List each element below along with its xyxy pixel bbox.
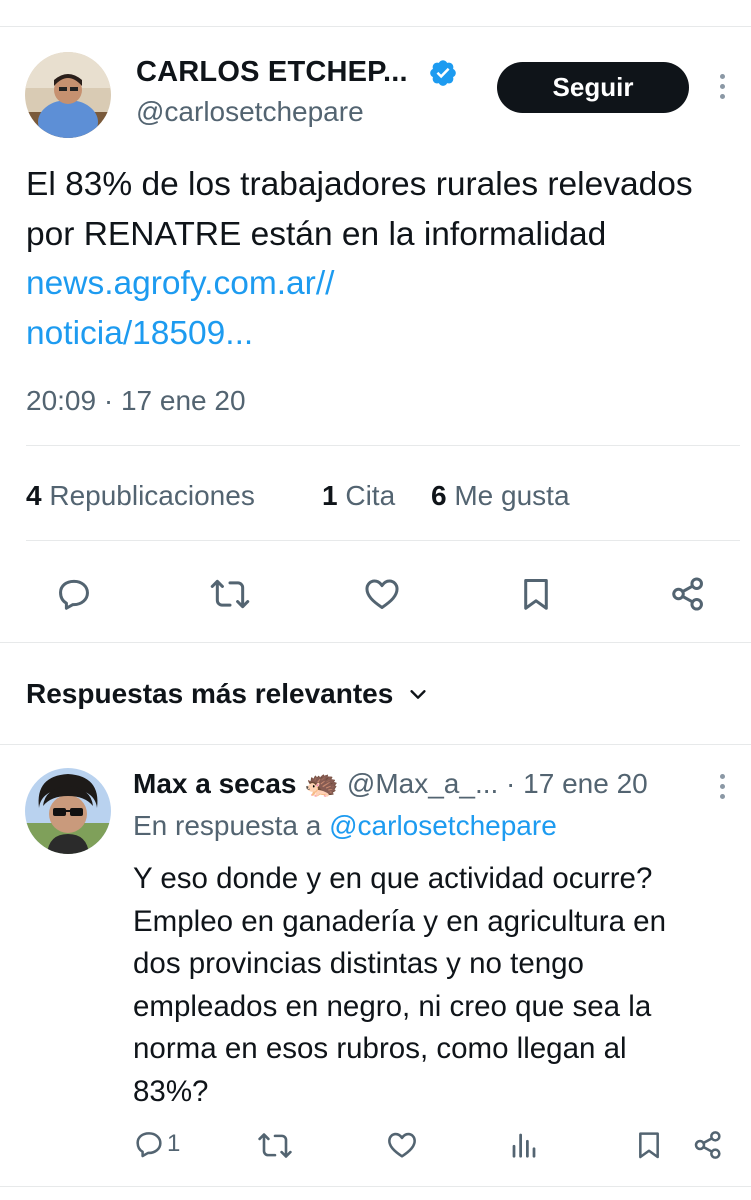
quotes-label: Cita: [345, 480, 396, 511]
replies-sort-label: Respuestas más relevantes: [26, 678, 394, 709]
reply-text-line: Y eso donde y en que actividad ocurre?: [133, 862, 653, 895]
reply-text-line: 83%?: [133, 1074, 209, 1108]
tweet-link-part2[interactable]: noticia/18509...: [26, 315, 253, 352]
section-divider: [0, 642, 751, 643]
tweet-link-part1[interactable]: news.agrofy.com.ar//: [26, 265, 334, 302]
top-divider: [0, 26, 751, 27]
reply-count: 1: [167, 1130, 181, 1157]
bookmark-icon[interactable]: [516, 574, 556, 614]
reply-share-icon[interactable]: [691, 1128, 725, 1162]
reply-text-line: norma en esos rubros, como llegan al: [133, 1032, 627, 1065]
reply-text: Y eso donde y en que actividad ocurre? E…: [133, 858, 666, 1113]
reply-text-line: Empleo en ganadería y en agricultura en: [133, 904, 666, 938]
likes-label: Me gusta: [454, 480, 570, 511]
reply-icon: [136, 1132, 162, 1158]
tweet-timestamp[interactable]: 20:09 · 17 ene 20: [26, 385, 246, 417]
reply-author-name[interactable]: Max a secas: [133, 768, 296, 799]
quotes-stat[interactable]: 1 Cita: [322, 480, 395, 512]
reply-author-avatar[interactable]: [25, 768, 111, 854]
reposts-count: 4: [26, 480, 42, 511]
reply-more-options-icon[interactable]: [716, 774, 728, 799]
bottom-divider: [0, 1186, 751, 1187]
share-icon[interactable]: [668, 574, 708, 614]
reposts-stat[interactable]: 4 Republicaciones: [26, 480, 255, 512]
repost-icon[interactable]: [208, 574, 252, 614]
divider-after-stats: [26, 540, 740, 541]
in-reply-to-prefix: En respuesta a: [133, 810, 322, 841]
reply-text-line: dos provincias distintas y no tengo: [133, 947, 584, 980]
replies-sort-toggle[interactable]: Respuestas más relevantes: [26, 678, 429, 710]
chevron-down-icon: [410, 690, 426, 699]
reply-bookmark-icon[interactable]: [632, 1128, 666, 1162]
reply-header: Max a secas 🦔 @Max_a_... · 17 ene 20: [133, 767, 648, 800]
likes-stat[interactable]: 6 Me gusta: [431, 480, 570, 512]
more-options-icon[interactable]: [716, 74, 728, 99]
author-handle[interactable]: @carlosetchepare: [136, 96, 364, 128]
divider-after-timestamp: [26, 445, 740, 446]
follow-button[interactable]: Seguir: [497, 62, 689, 113]
hedgehog-emoji-icon: 🦔: [304, 768, 340, 799]
reply-reply-button[interactable]: 1: [133, 1128, 180, 1160]
replies-divider: [0, 744, 751, 745]
reply-views-icon[interactable]: [507, 1128, 541, 1162]
tweet-link[interactable]: news.agrofy.com.ar// noticia/18509...: [26, 265, 334, 352]
reply-repost-icon[interactable]: [256, 1128, 294, 1162]
author-name[interactable]: CARLOS ETCHEP...: [136, 56, 408, 89]
reposts-label: Republicaciones: [49, 480, 255, 511]
in-reply-to: En respuesta a @carlosetchepare: [133, 810, 557, 842]
tweet-text: El 83% de los trabajadores rurales relev…: [26, 160, 716, 358]
verified-badge-icon: [428, 58, 458, 88]
reply-like-icon[interactable]: [385, 1128, 419, 1162]
author-avatar[interactable]: [25, 52, 111, 138]
reply-text-line: empleados en negro, ni creo que sea la: [133, 989, 652, 1023]
quotes-count: 1: [322, 480, 338, 511]
reply-icon[interactable]: [54, 574, 94, 614]
in-reply-to-handle[interactable]: @carlosetchepare: [329, 810, 557, 841]
like-icon[interactable]: [362, 574, 402, 614]
likes-count: 6: [431, 480, 447, 511]
tweet-text-main: El 83% de los trabajadores rurales relev…: [26, 166, 693, 253]
reply-handle-date[interactable]: @Max_a_... · 17 ene 20: [347, 768, 648, 799]
